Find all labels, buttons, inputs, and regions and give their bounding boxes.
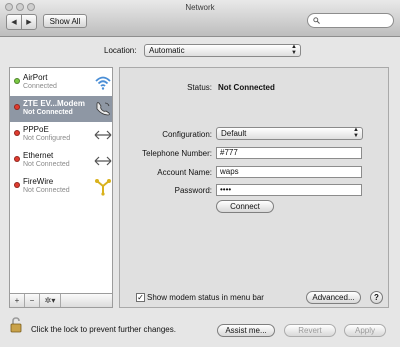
apply-button[interactable]: Apply (344, 324, 386, 337)
forward-button[interactable]: ▶ (21, 15, 36, 29)
help-button[interactable]: ? (370, 291, 383, 304)
back-arrow-icon: ◀ (11, 19, 17, 26)
service-status: Not Connected (23, 161, 70, 168)
service-status: Not Configured (23, 135, 71, 142)
window-toolbar: Network ◀ ▶ Show All (0, 0, 400, 37)
location-value: Automatic (149, 46, 185, 55)
status-dot (14, 104, 20, 110)
add-service-button[interactable]: + (10, 294, 25, 307)
popup-arrows-icon: ▲ ▼ (291, 44, 297, 56)
status-dot (14, 156, 20, 162)
account-name-field[interactable]: waps (216, 166, 362, 178)
status-dot (14, 78, 20, 84)
assist-me-button[interactable]: Assist me... (217, 324, 275, 337)
status-dot (14, 130, 20, 136)
connect-button[interactable]: Connect (216, 200, 274, 213)
password-field[interactable]: •••• (216, 184, 362, 196)
revert-button[interactable]: Revert (284, 324, 336, 337)
back-button[interactable]: ◀ (7, 15, 21, 29)
status-dot (14, 182, 20, 188)
service-action-menu[interactable]: ✲▾ (40, 294, 61, 307)
window-title: Network (185, 3, 215, 12)
service-item-ethernet[interactable]: Ethernet Not Connected (10, 148, 112, 174)
wifi-icon (95, 76, 111, 90)
forward-arrow-icon: ▶ (26, 19, 32, 26)
account-name-label: Account Name: (157, 168, 212, 177)
configuration-label: Configuration: (162, 130, 212, 139)
lock-message: Click the lock to prevent further change… (31, 325, 176, 334)
service-item-pppoe[interactable]: PPPoE Not Configured (10, 122, 112, 148)
service-status: Connected (23, 83, 57, 90)
firewire-icon (95, 179, 111, 196)
configuration-value: Default (221, 129, 247, 138)
service-list-toolbar: + − ✲▾ (9, 294, 113, 308)
show-modem-status-checkbox[interactable]: ✓ (136, 293, 145, 302)
ethernet-arrows-icon (94, 156, 112, 166)
service-name: ZTE EV...Modem (23, 99, 85, 108)
search-icon (313, 17, 320, 24)
service-status: Not Connected (23, 109, 73, 116)
popup-arrows-icon: ▲ ▼ (353, 127, 359, 139)
telephone-number-label: Telephone Number: (142, 149, 212, 158)
status-value: Not Connected (218, 83, 275, 92)
lock-icon[interactable] (10, 317, 24, 333)
back-forward-control: ◀ ▶ (6, 14, 37, 30)
service-item-zte-modem[interactable]: ZTE EV...Modem Not Connected (10, 96, 112, 122)
show-all-button[interactable]: Show All (43, 14, 87, 28)
configuration-popup[interactable]: Default ▲ ▼ (216, 127, 363, 140)
service-name: FireWire (23, 177, 54, 186)
service-item-firewire[interactable]: FireWire Not Connected (10, 174, 112, 200)
search-input[interactable] (307, 13, 394, 28)
service-list: AirPort Connected ZTE EV...Modem Not Con… (9, 67, 113, 294)
telephone-number-field[interactable]: #777 (216, 147, 362, 159)
location-label: Location: (104, 46, 137, 55)
service-item-airport[interactable]: AirPort Connected (10, 70, 112, 96)
status-label: Status: (187, 83, 212, 92)
location-popup[interactable]: Automatic ▲ ▼ (144, 44, 301, 57)
ethernet-arrows-icon (94, 130, 112, 140)
show-modem-status-label: Show modem status in menu bar (147, 293, 264, 302)
service-detail-panel: Status: Not Connected Configuration: Def… (119, 67, 389, 308)
service-name: AirPort (23, 73, 48, 82)
phone-modem-icon (96, 102, 110, 116)
service-name: Ethernet (23, 151, 54, 160)
service-status: Not Connected (23, 187, 70, 194)
service-name: PPPoE (23, 125, 49, 134)
remove-service-button[interactable]: − (25, 294, 40, 307)
advanced-button[interactable]: Advanced... (306, 291, 361, 304)
password-label: Password: (174, 186, 212, 195)
